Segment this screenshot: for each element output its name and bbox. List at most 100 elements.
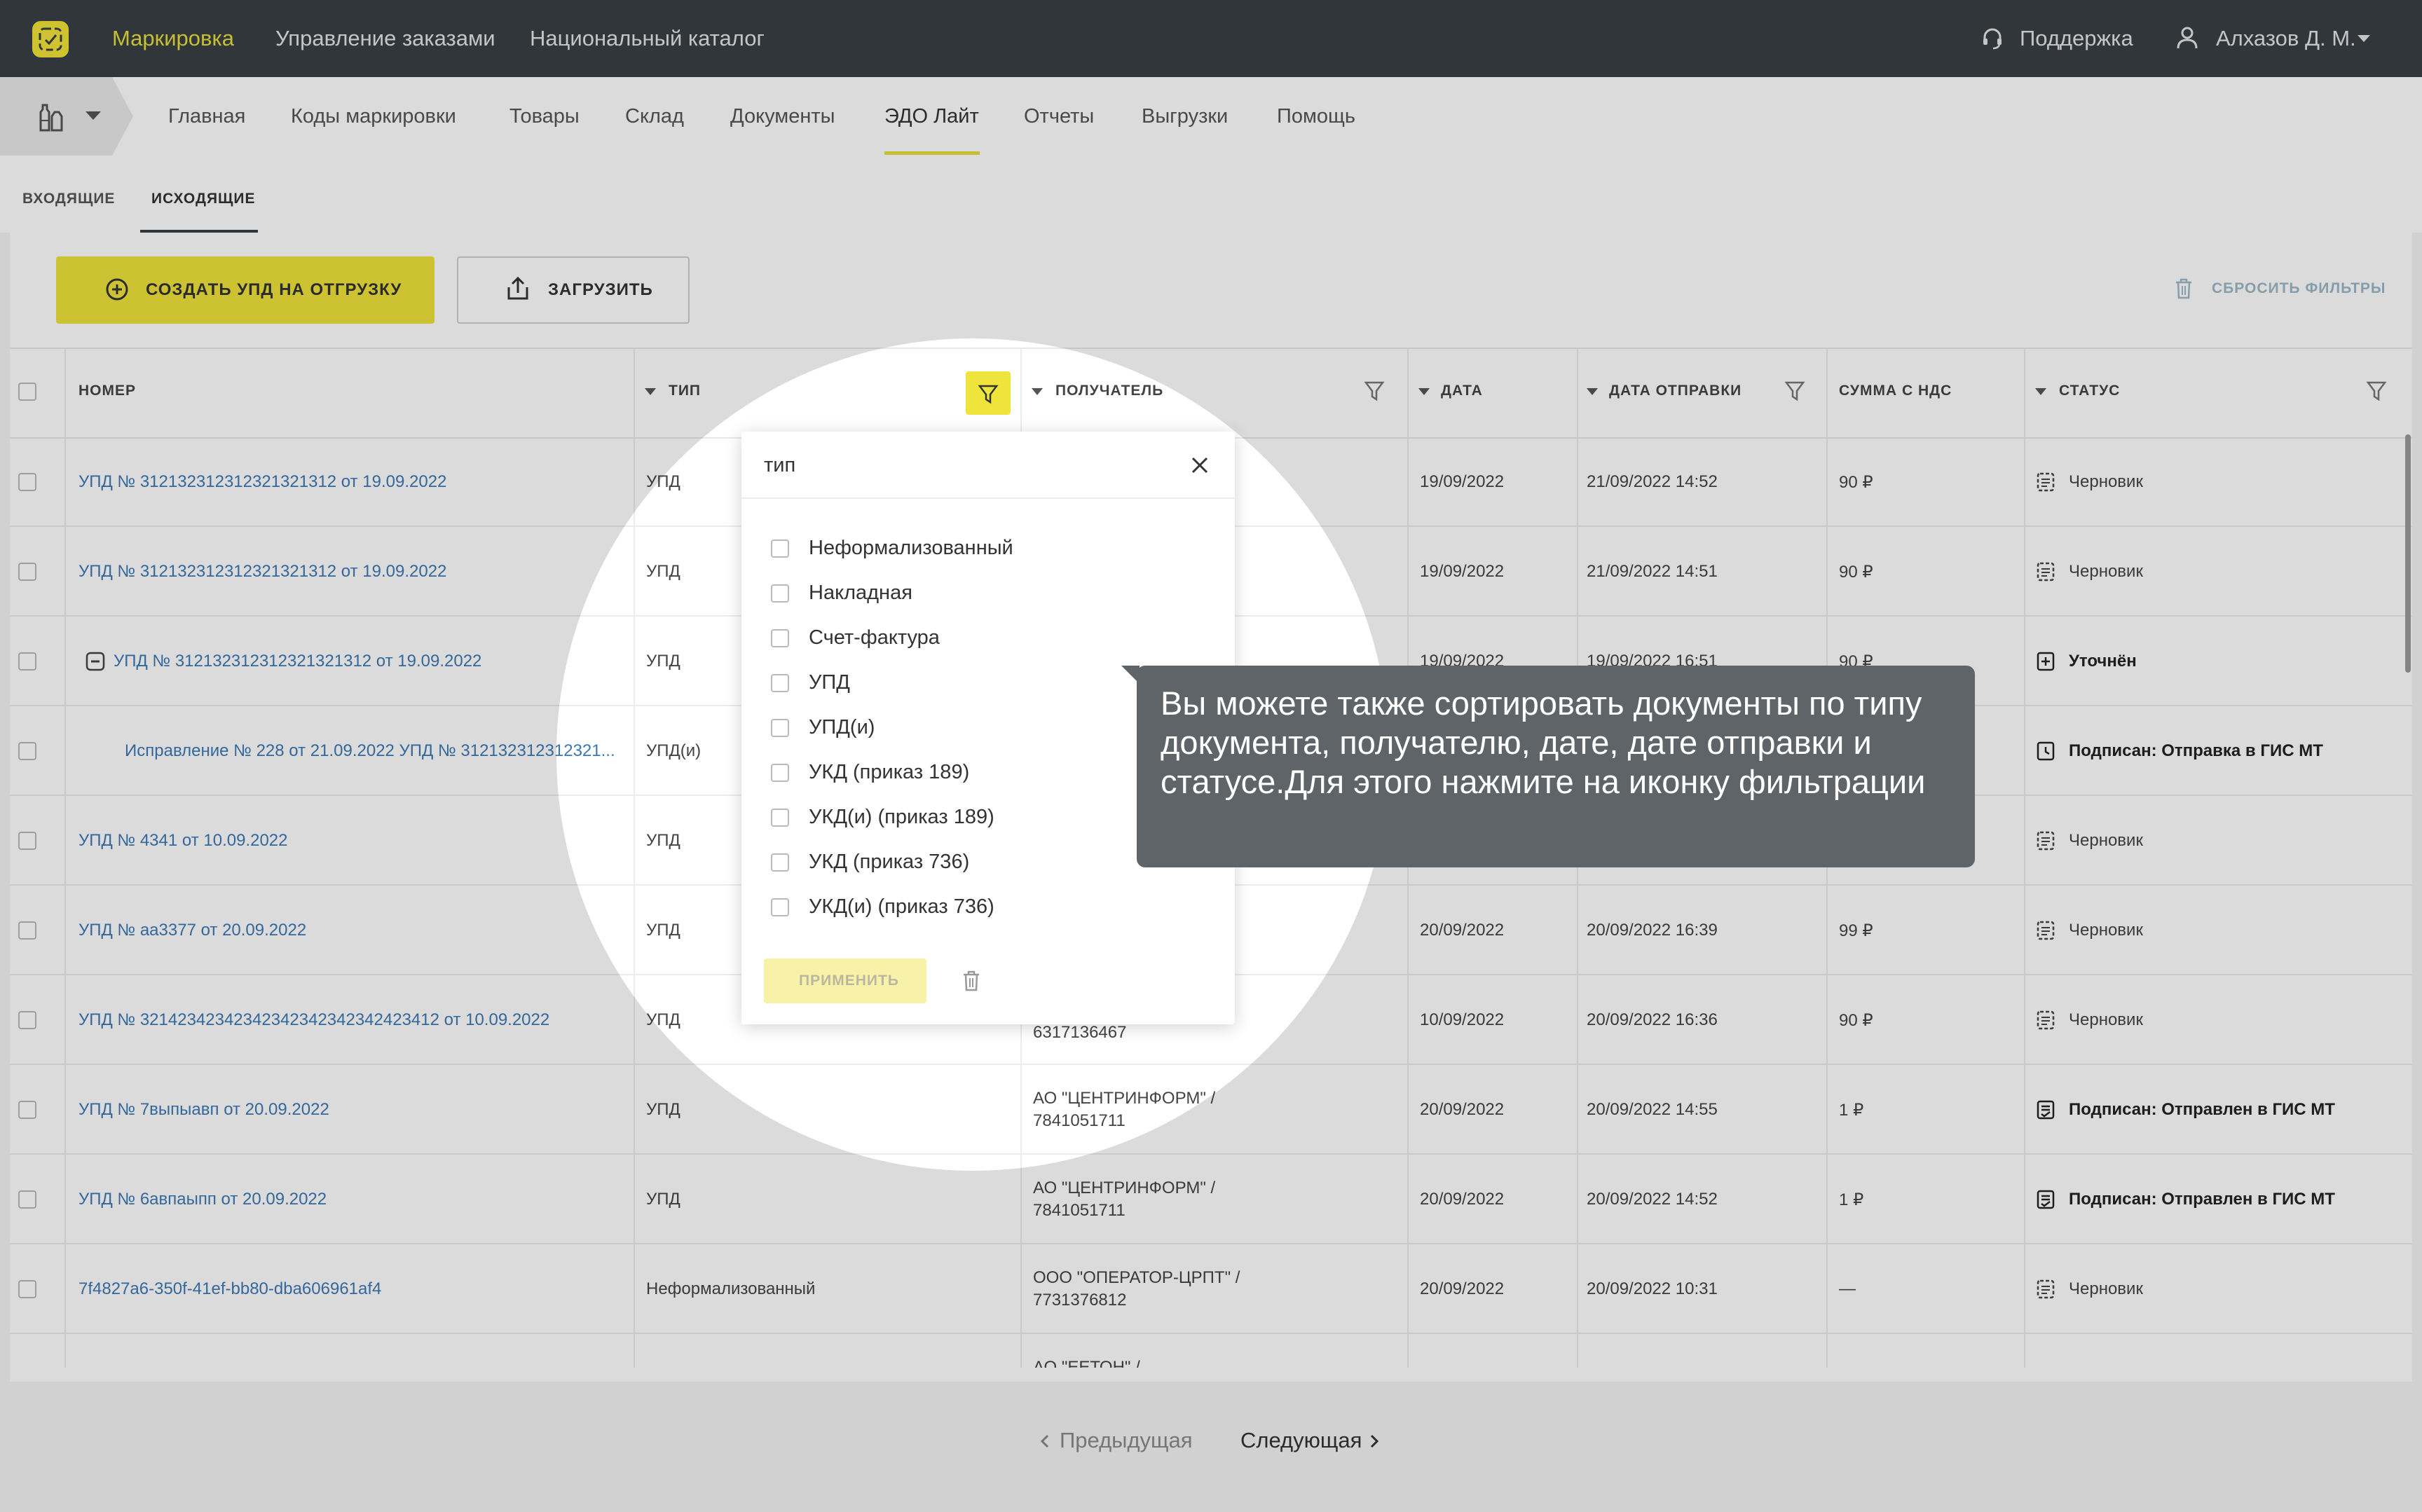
sort-status-icon[interactable] — [2035, 388, 2046, 395]
nav-help[interactable]: Помощь — [1277, 77, 1355, 156]
top-nav-catalog[interactable]: Национальный каталог — [530, 0, 765, 77]
col-sent-header[interactable]: ДАТА ОТПРАВКИ — [1609, 383, 1742, 399]
tab-incoming[interactable]: ВХОДЯЩИЕ — [22, 191, 115, 207]
option-label[interactable]: УПД(и) — [809, 716, 875, 739]
option-label[interactable]: УКД(и) (приказ 736) — [809, 895, 994, 919]
option-checkbox[interactable] — [771, 629, 789, 647]
doc-sum: 1 ₽ — [1839, 1101, 1864, 1120]
doc-number-link[interactable]: УПД № аа3377 от 20.09.2022 — [78, 921, 306, 940]
sort-type-icon[interactable] — [645, 388, 656, 395]
filter-popup-title: тип — [764, 454, 796, 476]
option-label[interactable]: УКД(и) (приказ 189) — [809, 806, 994, 829]
row-checkbox[interactable] — [18, 473, 36, 491]
filter-recipient-icon[interactable] — [1364, 380, 1385, 402]
row-checkbox[interactable] — [18, 652, 36, 671]
row-checkbox[interactable] — [18, 832, 36, 850]
option-checkbox[interactable] — [771, 853, 789, 872]
option-label[interactable]: УКД (приказ 736) — [809, 851, 969, 874]
row-checkbox[interactable] — [18, 1011, 36, 1029]
prev-chevron-icon[interactable] — [1040, 1434, 1050, 1449]
col-number-header[interactable]: НОМЕР — [78, 383, 136, 399]
product-chevron-icon[interactable] — [85, 111, 101, 121]
col-date-header[interactable]: ДАТА — [1441, 383, 1483, 399]
doc-type: Неформализованный — [646, 1279, 816, 1298]
headset-icon[interactable] — [1980, 27, 2004, 50]
select-all-checkbox[interactable] — [18, 383, 36, 401]
filter-sent-icon[interactable] — [1784, 380, 1805, 402]
close-icon[interactable] — [1190, 455, 1210, 475]
tab-outgoing[interactable]: ИСХОДЯЩИЕ — [151, 191, 256, 207]
sort-date-icon[interactable] — [1418, 388, 1430, 395]
option-checkbox[interactable] — [771, 674, 789, 692]
top-nav-marking[interactable]: Маркировка — [112, 0, 234, 77]
product-switcher[interactable] — [0, 77, 133, 156]
option-checkbox[interactable] — [771, 898, 789, 916]
option-checkbox[interactable] — [771, 809, 789, 827]
doc-number-link[interactable]: УПД № 7выпыавп от 20.09.2022 — [78, 1100, 329, 1120]
row-checkbox[interactable] — [18, 1190, 36, 1209]
clear-trash-icon[interactable] — [962, 970, 981, 992]
doc-sent-date: 21/09/2022 14:51 — [1587, 562, 1718, 581]
doc-type: УПД — [646, 652, 680, 671]
doc-date: 10/09/2022 — [1420, 1010, 1505, 1029]
sort-recipient-icon[interactable] — [1032, 388, 1043, 395]
doc-number-link[interactable]: Исправление № 228 от 21.09.2022 УПД № 31… — [125, 741, 624, 761]
option-checkbox[interactable] — [771, 719, 789, 737]
doc-sum: 90 ₽ — [1839, 1011, 1873, 1030]
bottles-icon[interactable] — [36, 102, 64, 133]
support-link[interactable]: Поддержка — [2020, 0, 2133, 77]
user-menu-chevron-icon[interactable] — [2358, 35, 2370, 43]
col-sum-header[interactable]: СУММА С НДС — [1839, 383, 1952, 399]
reset-filters-button[interactable]: СБРОСИТЬ ФИЛЬТРЫ — [2212, 280, 2386, 297]
col-type-header[interactable]: ТИП — [669, 383, 701, 399]
option-label[interactable]: УПД — [809, 671, 850, 694]
doc-number-link[interactable]: УПД № 6авпаыпп от 20.09.2022 — [78, 1190, 327, 1209]
app-logo-icon[interactable] — [32, 21, 69, 57]
collapse-icon[interactable] — [85, 652, 105, 671]
col-status-header[interactable]: СТАТУС — [2059, 383, 2120, 399]
nav-documents[interactable]: Документы — [730, 77, 835, 156]
top-nav-orders[interactable]: Управление заказами — [275, 0, 495, 77]
column-divider — [634, 348, 635, 1370]
prev-page-button[interactable]: Предыдущая — [1060, 1428, 1193, 1453]
user-name[interactable]: Алхазов Д. М. — [2216, 0, 2356, 77]
nav-exports[interactable]: Выгрузки — [1142, 77, 1228, 156]
sort-sent-icon[interactable] — [1587, 388, 1598, 395]
nav-reports[interactable]: Отчеты — [1024, 77, 1094, 156]
doc-tabs-bar — [0, 156, 2422, 233]
doc-number-link[interactable]: 7f4827a6-350f-41ef-bb80-dba606961af4 — [78, 1279, 381, 1299]
doc-number-link[interactable]: УПД № 312132312312321321312 от 19.09.202… — [78, 472, 446, 492]
option-label[interactable]: Счет-фактура — [809, 626, 940, 650]
nav-edo-lite[interactable]: ЭДО Лайт — [884, 77, 979, 156]
nav-goods[interactable]: Товары — [509, 77, 580, 156]
option-label[interactable]: Неформализованный — [809, 537, 1013, 560]
next-page-button[interactable]: Следующая — [1240, 1428, 1362, 1453]
option-checkbox[interactable] — [771, 539, 789, 558]
nav-warehouse[interactable]: Склад — [625, 77, 684, 156]
doc-status: Подписан: Отправка в ГИС МТ — [2069, 741, 2323, 760]
table-scrollbar[interactable] — [2405, 434, 2411, 673]
doc-number-link[interactable]: УПД № 32142342342342342342342342423412 о… — [78, 1010, 549, 1030]
next-chevron-icon[interactable] — [1369, 1434, 1379, 1449]
user-icon[interactable] — [2175, 25, 2199, 50]
doc-number-link[interactable]: УПД № 4341 от 10.09.2022 — [78, 831, 288, 851]
doc-date: 19/09/2022 — [1420, 472, 1505, 491]
row-checkbox[interactable] — [18, 1280, 36, 1298]
option-label[interactable]: УКД (приказ 189) — [809, 761, 969, 784]
filter-status-icon[interactable] — [2366, 380, 2387, 402]
col-recipient-header[interactable]: ПОЛУЧАТЕЛЬ — [1055, 383, 1163, 399]
doc-number-link[interactable]: УПД № 312132312312321321312 от 19.09.202… — [114, 652, 481, 671]
doc-sent-date: 20/09/2022 14:55 — [1587, 1100, 1718, 1119]
option-checkbox[interactable] — [771, 764, 789, 782]
reset-trash-icon[interactable] — [2174, 277, 2194, 300]
row-checkbox[interactable] — [18, 921, 36, 940]
row-checkbox[interactable] — [18, 563, 36, 581]
nav-main[interactable]: Главная — [168, 77, 245, 156]
doc-status: Подписан: Отправлен в ГИС МТ — [2069, 1100, 2335, 1119]
option-checkbox[interactable] — [771, 584, 789, 603]
nav-codes[interactable]: Коды маркировки — [291, 77, 456, 156]
row-checkbox[interactable] — [18, 1101, 36, 1119]
row-checkbox[interactable] — [18, 742, 36, 760]
doc-number-link[interactable]: УПД № 312132312312321321312 от 19.09.202… — [78, 562, 446, 582]
option-label[interactable]: Накладная — [809, 582, 912, 605]
